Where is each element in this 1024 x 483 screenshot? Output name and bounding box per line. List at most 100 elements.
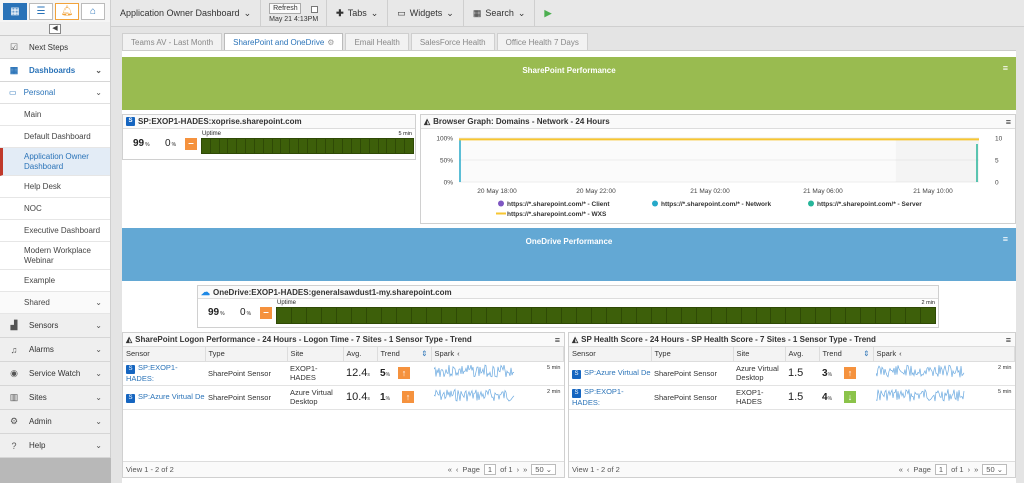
availability-number: 99 <box>208 307 220 318</box>
gear-icon[interactable]: ⚙ <box>327 38 334 47</box>
chart-icon: ▟ <box>10 320 18 330</box>
sp-sensor-widget: S SP:EXOP1-HADES:xoprise.sharepoint.com 9… <box>122 114 416 160</box>
sidebar-item-help-desk[interactable]: Help Desk <box>0 176 110 198</box>
column-header[interactable]: Spark ‹ <box>431 347 564 362</box>
widgets-menu-button[interactable]: ▭ Widgets ⌄ <box>388 0 464 26</box>
sidebar-item-label: Help <box>29 441 46 450</box>
uptime-segment <box>456 308 471 323</box>
sidebar-item-sites[interactable]: ▥ Sites ⌄ <box>0 386 110 410</box>
uptime-segment <box>531 308 546 323</box>
page-input[interactable]: 1 <box>934 464 948 475</box>
widget-icon: ▭ <box>397 7 406 18</box>
minus-button[interactable]: – <box>260 307 272 319</box>
sidebar-item-personal[interactable]: ▭ Personal ⌄ <box>0 82 110 104</box>
go-button[interactable]: ▶ <box>535 0 560 26</box>
chevron-left-icon[interactable]: ‹ <box>899 349 902 358</box>
collapse-arrow-icon[interactable]: ◀ <box>49 23 61 34</box>
uptime-segment <box>441 308 456 323</box>
column-header[interactable]: Site <box>287 347 344 362</box>
uptime-segment <box>666 308 681 323</box>
column-header[interactable]: Avg. <box>343 347 378 362</box>
tab-office-health[interactable]: Office Health 7 Days <box>496 33 588 50</box>
minus-button[interactable]: – <box>185 138 197 150</box>
sidebar-item-admin[interactable]: ⚙ Admin ⌄ <box>0 410 110 434</box>
dashboard-select[interactable]: Application Owner Dashboard ⌄ <box>111 0 262 26</box>
sidebar-item-modern-workplace-webinar[interactable]: Modern Workplace Webinar <box>0 242 110 270</box>
grid-view-icon[interactable]: ▦ <box>3 2 27 20</box>
tab-email-health[interactable]: Email Health <box>345 33 409 50</box>
last-page-icon[interactable]: » <box>974 465 978 474</box>
next-page-icon[interactable]: › <box>968 465 971 474</box>
list-view-icon[interactable]: ☰ <box>29 2 53 20</box>
sidebar-item-service-watch[interactable]: ◉ Service Watch ⌄ <box>0 362 110 386</box>
column-header[interactable]: Trend ⇕ <box>377 347 432 362</box>
prev-page-icon[interactable]: ‹ <box>456 465 459 474</box>
sidebar-item-help[interactable]: ? Help ⌄ <box>0 434 110 458</box>
avg-cell: 12.4s <box>343 361 377 386</box>
first-page-icon[interactable]: « <box>448 465 452 474</box>
menu-icon[interactable]: ≡ <box>1003 63 1008 73</box>
refresh-button[interactable]: Refresh <box>269 3 302 14</box>
column-header[interactable]: Trend ⇕ <box>819 347 874 362</box>
menu-icon[interactable]: ≡ <box>1006 117 1011 127</box>
menu-icon[interactable]: ≡ <box>1006 335 1011 345</box>
sidebar-item-next-steps[interactable]: ☑ Next Steps <box>0 36 110 59</box>
sidebar-item-application-owner-dashboard[interactable]: Application Owner Dashboard <box>0 148 110 176</box>
column-header[interactable]: Sensor <box>123 347 206 362</box>
tab-sharepoint-onedrive[interactable]: SharePoint and OneDrive ⚙ <box>224 33 344 50</box>
sensor-link[interactable]: SP:Azure Virtual De <box>138 392 205 401</box>
uptime-segment <box>202 139 210 153</box>
sidebar-item-shared[interactable]: Shared ⌄ <box>0 292 110 314</box>
sort-icon[interactable]: ⇕ <box>863 349 869 358</box>
sort-icon[interactable]: ⇕ <box>421 349 427 358</box>
sidebar-item-noc[interactable]: NOC <box>0 198 110 220</box>
sidebar-collapse[interactable]: ◀ <box>0 22 110 36</box>
tab-teams-av[interactable]: Teams AV - Last Month <box>122 33 223 50</box>
sidebar-item-sensors[interactable]: ▟ Sensors ⌄ <box>0 314 110 338</box>
uptime-segment <box>711 308 726 323</box>
per-page-select[interactable]: 50 ⌄ <box>982 464 1007 475</box>
chevron-left-icon[interactable]: ‹ <box>457 349 460 358</box>
avg-value: 1.5 <box>788 367 804 379</box>
page-input[interactable]: 1 <box>483 464 497 475</box>
sidebar-item-main[interactable]: Main <box>0 104 110 126</box>
sidebar-item-executive-dashboard[interactable]: Executive Dashboard <box>0 220 110 242</box>
sensor-cell[interactable]: S SP:EXOP1-HADES: <box>569 385 651 410</box>
sidebar-item-alarms[interactable]: ♫ Alarms ⌄ <box>0 338 110 362</box>
unit: % <box>827 372 833 378</box>
first-page-icon[interactable]: « <box>899 465 903 474</box>
sensor-link[interactable]: SP:Azure Virtual De <box>584 368 651 377</box>
per-page-select[interactable]: 50 ⌄ <box>531 464 556 475</box>
sharepoint-icon: S <box>126 393 135 403</box>
sidebar-item-dashboards[interactable]: ▦ Dashboards ⌄ <box>0 59 110 82</box>
sidebar-item-default-dashboard[interactable]: Default Dashboard <box>0 126 110 148</box>
column-header[interactable]: Type <box>651 347 734 362</box>
tabs-label: Tabs <box>347 8 367 18</box>
sensor-cell[interactable]: S SP:EXOP1-HADES: <box>123 361 205 386</box>
sensor-cell[interactable]: S SP:Azure Virtual De <box>123 385 205 410</box>
column-header[interactable]: Sensor <box>569 347 652 362</box>
column-header[interactable]: Spark ‹ <box>873 347 1015 362</box>
tab-salesforce-health[interactable]: SalesForce Health <box>410 33 495 50</box>
column-header[interactable]: Avg. <box>785 347 820 362</box>
tabs-menu-button[interactable]: ✚ Tabs ⌄ <box>327 0 389 26</box>
next-page-icon[interactable]: › <box>517 465 520 474</box>
bank-icon[interactable]: ⌂ <box>81 2 105 20</box>
column-header[interactable]: Site <box>733 347 786 362</box>
prev-page-icon[interactable]: ‹ <box>907 465 910 474</box>
uptime-segment <box>352 139 360 153</box>
sensor-cell[interactable]: S SP:Azure Virtual De <box>569 361 651 386</box>
bell-icon[interactable]: 🔔︎ <box>55 2 79 20</box>
search-menu-button[interactable]: ▦ Search ⌄ <box>464 0 536 26</box>
menu-icon[interactable]: ≡ <box>555 335 560 345</box>
menu-icon[interactable]: ≡ <box>1003 234 1008 244</box>
chevron-down-icon: ⌄ <box>243 7 252 18</box>
widgets-label: Widgets <box>409 8 443 18</box>
chevron-down-icon: ⌄ <box>370 7 379 18</box>
sidebar-item-example[interactable]: Example <box>0 270 110 292</box>
y-tick-label-right: 10 <box>995 136 1003 143</box>
tab-label: Email Health <box>354 37 400 47</box>
auto-refresh-checkbox[interactable] <box>311 6 319 13</box>
column-header[interactable]: Type <box>205 347 288 362</box>
last-page-icon[interactable]: » <box>523 465 527 474</box>
